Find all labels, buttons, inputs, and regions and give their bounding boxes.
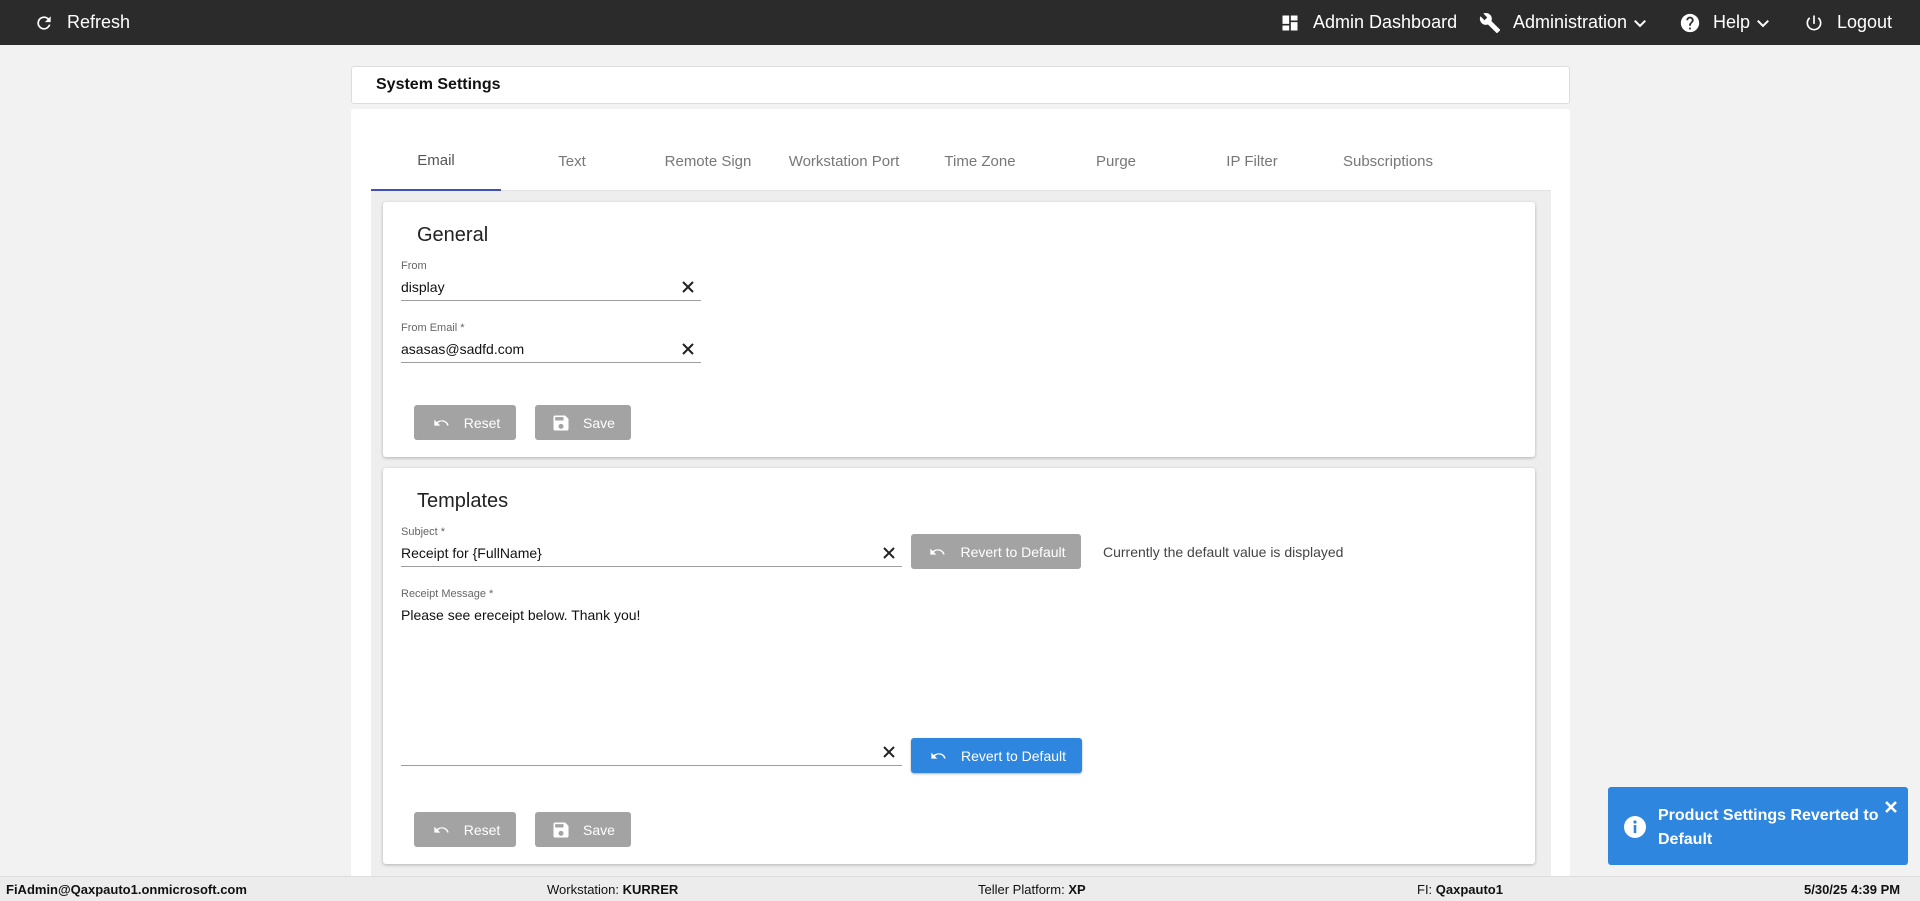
clear-receipt-message-button[interactable] — [882, 745, 896, 759]
tab-purge[interactable]: Purge — [1051, 131, 1181, 191]
undo-icon — [930, 548, 946, 555]
subject-input[interactable]: Receipt for {FullName} — [401, 543, 902, 567]
tab-remote-sign[interactable]: Remote Sign — [643, 131, 773, 191]
general-reset-label: Reset — [463, 414, 501, 431]
admin-dashboard-label: Admin Dashboard — [1313, 12, 1458, 32]
help-menu[interactable]: Help — [1678, 0, 1770, 45]
status-workstation: Workstation: KURRER — [547, 882, 679, 897]
subject-label: Subject * — [401, 526, 446, 538]
clear-from-button[interactable] — [681, 280, 695, 294]
undo-icon — [434, 826, 449, 833]
templates-reset-label: Reset — [463, 821, 501, 838]
tab-subscriptions[interactable]: Subscriptions — [1323, 131, 1453, 191]
top-navigation-bar: Refresh Admin Dashboard Administration H… — [0, 0, 1920, 45]
floppy-icon — [553, 822, 569, 837]
logout-button[interactable]: Logout — [1802, 0, 1892, 45]
templates-card: Templates Subject * Receipt for {FullNam… — [383, 468, 1535, 864]
default-value-note: Currently the default value is displayed — [1103, 544, 1344, 560]
subject-field: Subject * Receipt for {FullName} — [401, 526, 902, 567]
tab-email[interactable]: Email — [371, 131, 501, 191]
receipt-message-label: Receipt Message * — [401, 588, 494, 600]
help-icon — [1678, 11, 1702, 35]
general-heading: General — [417, 224, 489, 246]
general-save-label: Save — [583, 414, 615, 431]
power-icon — [1802, 11, 1826, 35]
refresh-button[interactable]: Refresh — [32, 0, 130, 45]
close-toast-button[interactable] — [1884, 800, 1898, 814]
general-save-button[interactable]: Save — [535, 405, 631, 440]
from-value: display — [401, 279, 445, 295]
receipt-revert-label: Revert to Default — [960, 747, 1067, 764]
tab-time-zone[interactable]: Time Zone — [915, 131, 1045, 191]
from-label: From — [401, 260, 427, 272]
chevron-down-icon — [1634, 19, 1647, 27]
clear-subject-button[interactable] — [882, 546, 896, 560]
receipt-message-underline — [401, 742, 902, 766]
subject-revert-label: Revert to Default — [960, 543, 1066, 560]
dashboard-icon — [1278, 11, 1302, 35]
from-field: From display — [401, 260, 701, 301]
administration-menu[interactable]: Administration — [1478, 0, 1647, 45]
notification-toast: Product Settings Reverted to Default — [1608, 787, 1908, 865]
tab-workstation-port[interactable]: Workstation Port — [779, 131, 909, 191]
general-card: General From display From Email * asasas… — [383, 202, 1535, 457]
settings-tabs: Email Text Remote Sign Workstation Port … — [371, 131, 1551, 191]
settings-panel: Email Text Remote Sign Workstation Port … — [351, 109, 1570, 877]
receipt-message-field: Receipt Message * — [401, 588, 701, 600]
floppy-icon — [553, 415, 569, 430]
from-email-value: asasas@sadfd.com — [401, 341, 525, 357]
clear-from-email-button[interactable] — [681, 342, 695, 356]
receipt-message-text[interactable]: Please see ereceipt below. Thank you! — [401, 607, 640, 623]
administration-label: Administration — [1513, 12, 1628, 32]
close-icon — [883, 746, 895, 758]
close-icon — [682, 281, 694, 293]
undo-icon — [434, 419, 449, 426]
close-icon — [883, 547, 895, 559]
templates-save-button[interactable]: Save — [535, 812, 631, 847]
receipt-revert-button[interactable]: Revert to Default — [911, 738, 1082, 773]
general-reset-button[interactable]: Reset — [414, 405, 516, 440]
close-icon — [1885, 801, 1897, 813]
info-icon — [1624, 816, 1646, 838]
admin-dashboard-link[interactable]: Admin Dashboard — [1278, 0, 1457, 45]
toast-message: Product Settings Reverted to Default — [1658, 807, 1879, 848]
from-email-input[interactable]: asasas@sadfd.com — [401, 339, 701, 363]
status-teller-platform: Teller Platform: XP — [978, 882, 1086, 897]
undo-icon — [931, 752, 946, 759]
chevron-down-icon — [1757, 19, 1770, 27]
templates-reset-button[interactable]: Reset — [414, 812, 516, 847]
wrench-icon — [1478, 11, 1502, 35]
status-bar: FiAdmin@Qaxpauto1.onmicrosoft.com Workst… — [0, 876, 1920, 901]
page-title-card: System Settings — [351, 66, 1570, 104]
templates-save-label: Save — [583, 821, 615, 838]
status-user: FiAdmin@Qaxpauto1.onmicrosoft.com — [6, 882, 247, 897]
page-title: System Settings — [376, 76, 501, 93]
status-datetime: 5/30/25 4:39 PM — [1804, 882, 1901, 897]
from-input[interactable]: display — [401, 277, 701, 301]
templates-heading: Templates — [417, 490, 509, 512]
tab-ip-filter[interactable]: IP Filter — [1187, 131, 1317, 191]
receipt-message-input[interactable] — [401, 742, 902, 766]
from-email-field: From Email * asasas@sadfd.com — [401, 322, 701, 363]
email-tab-content: General From display From Email * asasas… — [371, 191, 1551, 877]
help-label: Help — [1713, 12, 1751, 32]
refresh-label: Refresh — [67, 12, 131, 32]
close-icon — [682, 343, 694, 355]
logout-label: Logout — [1837, 12, 1893, 32]
tab-text[interactable]: Text — [507, 131, 637, 191]
status-fi: FI: Qaxpauto1 — [1417, 882, 1503, 897]
subject-value: Receipt for {FullName} — [401, 545, 542, 561]
refresh-icon — [32, 11, 56, 35]
from-email-label: From Email * — [401, 322, 465, 334]
subject-revert-button[interactable]: Revert to Default — [911, 534, 1081, 569]
